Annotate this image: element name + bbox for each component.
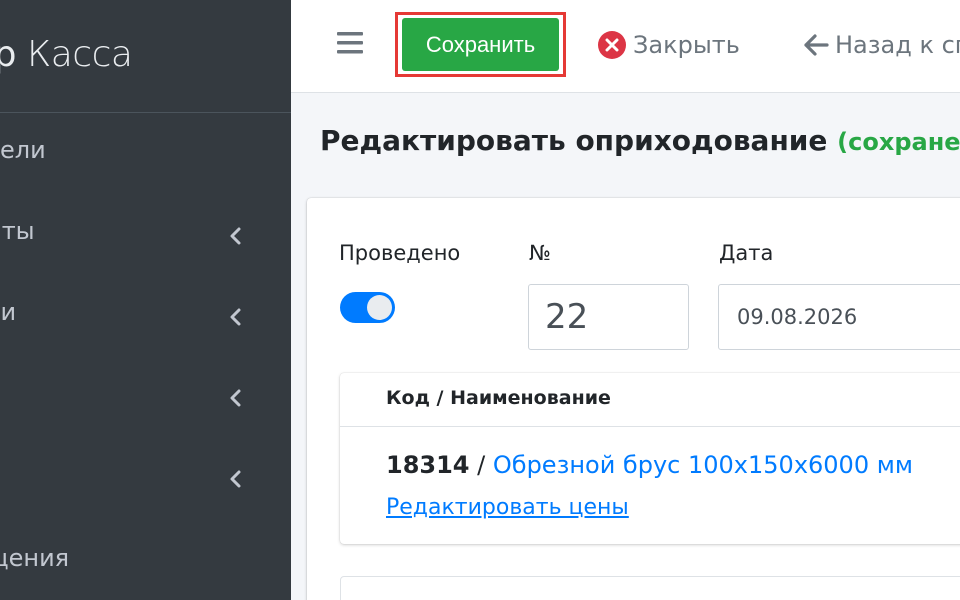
brand-name-part2: Касса — [26, 34, 133, 75]
items-table: Код / Наименование 18314 / Обрезной брус… — [340, 373, 960, 544]
item-code: 18314 — [386, 451, 470, 479]
item-name-link[interactable]: Обрезной брус 100х150х6000 мм — [493, 451, 913, 479]
toggle-knob — [367, 295, 392, 320]
number-label: № — [529, 241, 551, 265]
next-section-card — [340, 576, 960, 600]
brand[interactable]: ер Касса — [0, 0, 291, 113]
back-to-list-label: Назад к сп — [835, 31, 960, 59]
sidebar-item-5[interactable] — [0, 460, 291, 500]
item-separator: / — [477, 451, 486, 479]
hamburger-menu-icon[interactable] — [337, 31, 363, 55]
sidebar-item-label: щения — [0, 544, 70, 572]
date-input[interactable]: 09.08.2026 — [718, 284, 960, 350]
sidebar-item-2[interactable]: нты — [0, 217, 291, 257]
sidebar-item-label: и — [0, 379, 2, 407]
chevron-left-icon — [230, 227, 241, 245]
sidebar-item-1[interactable]: тели — [0, 136, 291, 176]
close-button-label: Закрыть — [633, 31, 740, 59]
back-to-list-button[interactable]: Назад к сп — [803, 28, 960, 62]
items-table-header: Код / Наименование — [340, 373, 960, 427]
sidebar-item-6[interactable]: щения — [0, 544, 291, 584]
top-navbar: Сохранить Закрыть Назад к сп — [291, 0, 960, 93]
close-button[interactable]: Закрыть — [598, 28, 740, 62]
brand-name-part1: ер — [0, 34, 17, 75]
sidebar-item-3[interactable]: ки — [0, 298, 291, 338]
brand-text: ер Касса — [0, 34, 133, 75]
posted-label: Проведено — [339, 241, 461, 265]
number-input[interactable]: 22 — [528, 284, 689, 350]
save-button[interactable]: Сохранить — [402, 18, 559, 71]
sidebar-item-4[interactable]: и — [0, 379, 291, 419]
page-title: Редактировать оприходование (сохранен — [320, 124, 960, 157]
edit-prices-link[interactable]: Редактировать цены — [386, 495, 629, 520]
chevron-left-icon — [230, 389, 241, 407]
chevron-left-icon — [230, 470, 241, 488]
sidebar-item-label: нты — [0, 217, 35, 245]
date-label: Дата — [719, 241, 774, 265]
close-circle-icon — [598, 31, 626, 59]
chevron-left-icon — [230, 308, 241, 326]
sidebar-item-label: тели — [0, 136, 46, 164]
posted-toggle[interactable] — [340, 292, 395, 323]
sidebar: ер Касса тели нты ки и щения — [0, 0, 291, 600]
saved-status: (сохранен — [837, 128, 960, 156]
arrow-left-icon — [804, 34, 829, 56]
sidebar-item-label: ки — [0, 298, 17, 326]
page-title-text: Редактировать оприходование — [320, 124, 828, 157]
column-header-code-name: Код / Наименование — [386, 387, 611, 409]
table-row: 18314 / Обрезной брус 100х150х6000 мм — [386, 451, 913, 479]
